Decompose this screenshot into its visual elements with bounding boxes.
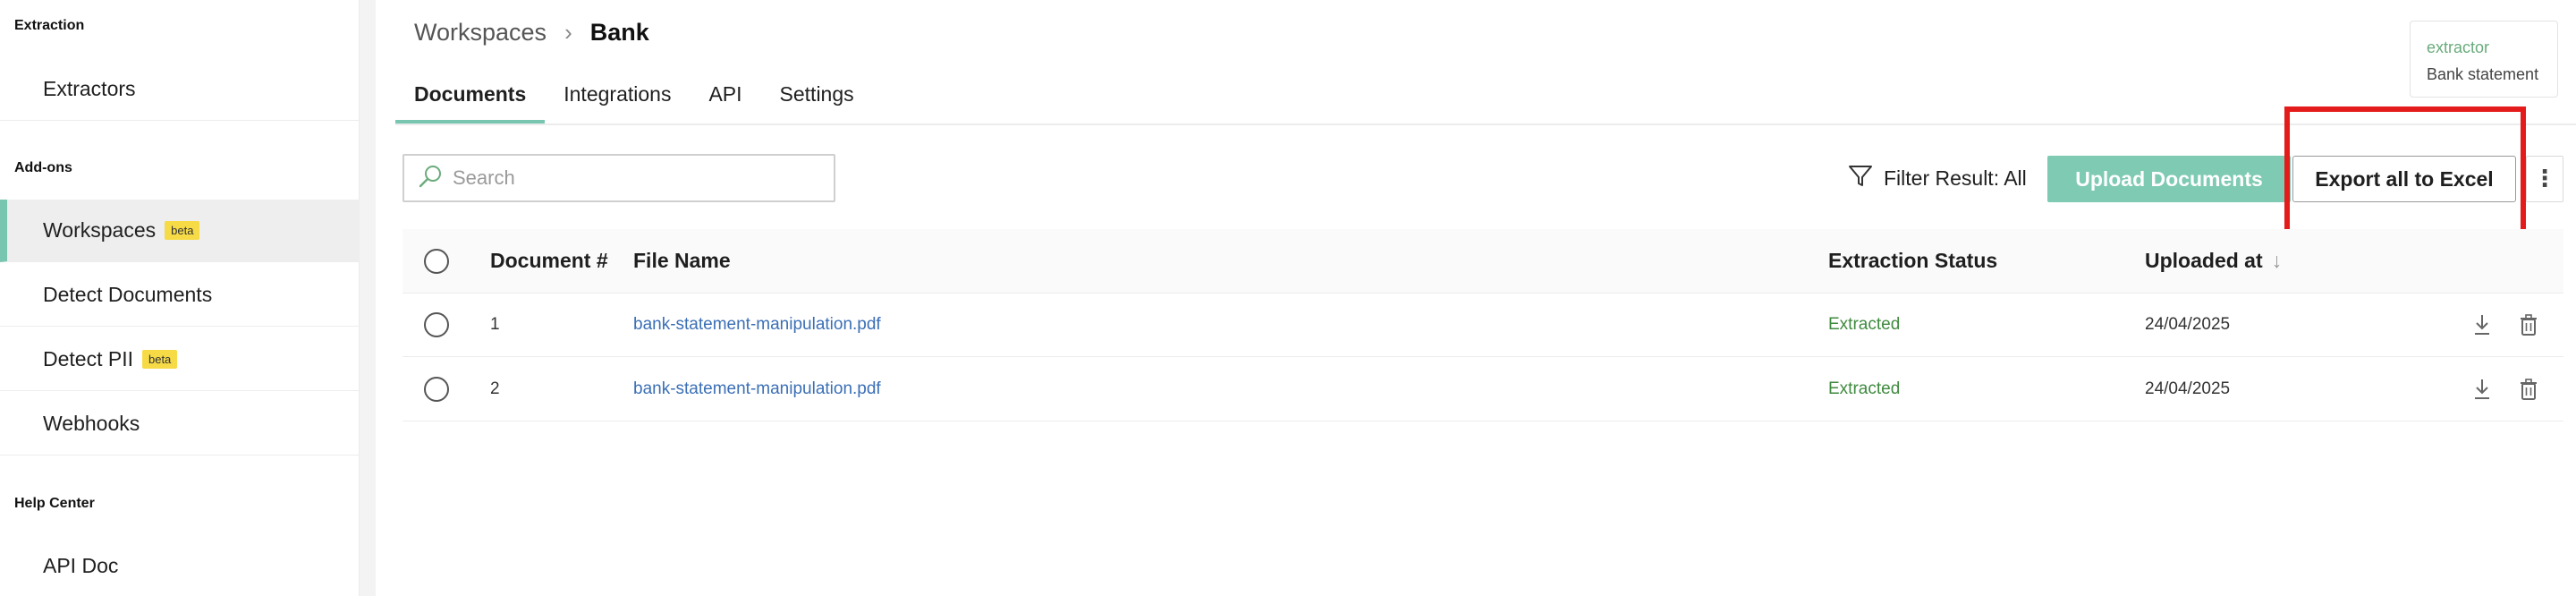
filter-label: Filter Result: All: [1884, 166, 2027, 190]
sidebar-section-extraction: Extraction: [14, 18, 85, 33]
download-icon[interactable]: [2469, 358, 2496, 421]
uploaded-at: 24/04/2025: [2145, 315, 2231, 334]
trash-icon[interactable]: [2515, 358, 2542, 421]
tab-integrations[interactable]: Integrations: [545, 77, 690, 123]
document-number: 2: [490, 379, 500, 398]
sidebar-item-extractors[interactable]: Extractors: [0, 58, 360, 121]
sidebar-item-workspaces[interactable]: Workspaces beta: [0, 200, 360, 262]
row-select-cell: [424, 358, 449, 421]
select-all-checkbox-cell: [424, 229, 449, 293]
uploaded-at-label: Uploaded at: [2145, 249, 2263, 272]
breadcrumb-workspaces-link[interactable]: Workspaces: [414, 19, 547, 47]
beta-badge: beta: [141, 350, 178, 369]
sidebar-item-label: Extractors: [43, 77, 136, 100]
filter-button[interactable]: Filter Result: All: [1846, 159, 2027, 197]
extraction-status: Extracted: [1828, 379, 1901, 398]
tab-bar: Documents Integrations API Settings: [395, 77, 873, 123]
sidebar-section-help-center: Help Center: [14, 496, 95, 511]
row-select-checkbox[interactable]: [424, 377, 449, 402]
table-row: 1 bank-statement-manipulation.pdf Extrac…: [402, 294, 2563, 357]
tab-documents[interactable]: Documents: [395, 77, 546, 123]
sidebar: Extraction Extractors Add-ons Workspaces…: [0, 0, 360, 596]
file-name-link[interactable]: bank-statement-manipulation.pdf: [633, 358, 881, 421]
table-header: Document # File Name Extraction Status U…: [402, 229, 2563, 294]
sidebar-item-detect-documents[interactable]: Detect Documents: [0, 264, 360, 327]
sidebar-item-label: Workspaces: [43, 218, 157, 242]
search-icon: [417, 163, 444, 194]
app: Extraction Extractors Add-ons Workspaces…: [0, 0, 2576, 596]
export-all-to-excel-button[interactable]: Export all to Excel: [2292, 156, 2516, 202]
sidebar-item-label: Detect PII: [43, 347, 133, 370]
tab-api[interactable]: API: [690, 77, 760, 123]
sidebar-gutter: [360, 0, 376, 596]
chevron-right-icon: ›: [564, 18, 572, 46]
breadcrumb-current: Bank: [589, 18, 649, 46]
sidebar-section-addons: Add-ons: [14, 160, 72, 175]
extractor-type-label: extractor: [2427, 38, 2490, 56]
trash-icon[interactable]: [2515, 294, 2542, 356]
sort-arrow-icon: ↓: [2271, 249, 2283, 272]
file-name-link[interactable]: bank-statement-manipulation.pdf: [633, 294, 881, 356]
breadcrumb: Workspaces › Bank: [414, 14, 649, 50]
download-icon[interactable]: [2469, 294, 2496, 356]
row-select-cell: [424, 294, 449, 356]
extraction-status: Extracted: [1828, 315, 1901, 334]
column-header-file-name: File Name: [633, 249, 731, 272]
sidebar-item-detect-pii[interactable]: Detect PII beta: [0, 328, 360, 391]
extractor-name: Bank statement: [2427, 65, 2539, 83]
column-header-uploaded-at[interactable]: Uploaded at ↓: [2145, 229, 2282, 293]
tabs-divider: [395, 123, 2576, 125]
extractor-info-card: extractor Bank statement: [2410, 21, 2558, 98]
sidebar-item-api-doc[interactable]: API Doc: [0, 535, 360, 596]
kebab-menu-icon[interactable]: ⋮: [2526, 156, 2563, 202]
uploaded-at: 24/04/2025: [2145, 379, 2231, 398]
sidebar-item-label: Detect Documents: [43, 283, 213, 306]
select-all-checkbox[interactable]: [424, 248, 449, 274]
sidebar-item-label: Webhooks: [43, 412, 140, 435]
search-box[interactable]: [402, 154, 835, 202]
sidebar-item-label: API Doc: [43, 554, 119, 577]
filter-icon: [1846, 161, 1875, 195]
sidebar-item-webhooks[interactable]: Webhooks: [0, 393, 360, 456]
tab-settings[interactable]: Settings: [761, 77, 873, 123]
search-input[interactable]: [453, 166, 810, 190]
upload-documents-button[interactable]: Upload Documents: [2047, 156, 2291, 202]
column-header-document-number: Document #: [490, 249, 608, 272]
row-select-checkbox[interactable]: [424, 312, 449, 337]
document-number: 1: [490, 315, 500, 334]
table-row: 2 bank-statement-manipulation.pdf Extrac…: [402, 358, 2563, 421]
column-header-extraction-status: Extraction Status: [1828, 249, 1998, 272]
beta-badge: beta: [165, 221, 200, 240]
